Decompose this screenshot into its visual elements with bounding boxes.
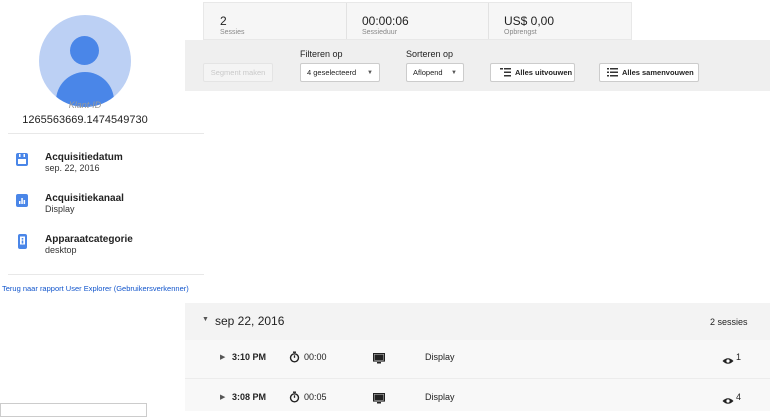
session-channel: Display <box>425 392 455 402</box>
eye-icon <box>722 352 734 370</box>
stopwatch-icon <box>289 390 300 408</box>
chevron-right-icon[interactable]: ▶ <box>220 393 225 401</box>
collapse-all-label: Alles samenvouwen <box>622 68 694 77</box>
filter-dropdown-value: 4 geselecteerd <box>307 68 357 77</box>
filter-label: Filteren op <box>300 49 343 59</box>
session-time: 3:08 PM <box>232 392 267 402</box>
stat-duration-label: Sessieduur <box>362 29 398 36</box>
acquisition-channel-title: Acquisitiekanaal <box>45 193 124 204</box>
expand-all-label: Alles uitvouwen <box>515 68 573 77</box>
divider <box>8 133 204 134</box>
bar-chart-icon <box>16 194 28 207</box>
chevron-down-icon: ▼ <box>451 69 457 76</box>
back-to-user-explorer-link[interactable]: Terug naar rapport User Explorer (Gebrui… <box>2 284 189 293</box>
avatar <box>39 15 131 107</box>
device-category-value: desktop <box>45 245 77 255</box>
date-group-date: sep 22, 2016 <box>215 314 285 328</box>
stat-duration: 00:00:06 Sessieduur <box>346 3 488 39</box>
stat-revenue-value: US$ 0,00 <box>504 14 555 28</box>
device-category-title: Apparaatcategorie <box>45 234 133 245</box>
expand-all-button[interactable]: Alles uitvouwen <box>490 63 575 82</box>
sort-dropdown-value: Aflopend <box>413 68 443 77</box>
stat-sessions: 2 Sessies <box>204 3 346 39</box>
stat-revenue-label: Opbrengst <box>504 29 537 36</box>
session-pageviews: 1 <box>736 352 742 362</box>
collapse-all-button[interactable]: Alles samenvouwen <box>599 63 699 82</box>
divider <box>8 274 204 275</box>
chevron-down-icon[interactable]: ▼ <box>202 316 209 323</box>
chevron-right-icon[interactable]: ▶ <box>220 353 225 361</box>
client-id-label: Klant-ID <box>68 100 102 110</box>
expand-all-icon <box>500 68 511 77</box>
session-stats-bar: 2 Sessies 00:00:06 Sessieduur US$ 0,00 O… <box>203 2 632 40</box>
chevron-down-icon: ▼ <box>367 69 373 76</box>
calendar-icon <box>16 153 28 166</box>
session-duration: 00:05 <box>304 392 327 402</box>
date-group-session-count: 2 sessies <box>710 317 748 327</box>
session-time: 3:10 PM <box>232 352 267 362</box>
session-duration: 00:00 <box>304 352 327 362</box>
session-row[interactable] <box>185 379 770 411</box>
sort-dropdown[interactable]: Aflopend ▼ <box>406 63 464 82</box>
stat-sessions-label: Sessies <box>220 29 245 36</box>
stat-sessions-value: 2 <box>220 14 227 28</box>
filter-dropdown[interactable]: 4 geselecteerd ▼ <box>300 63 380 82</box>
avatar-head <box>70 36 99 65</box>
desktop-icon <box>372 391 386 409</box>
stopwatch-icon <box>289 350 300 368</box>
collapse-all-icon <box>607 68 618 77</box>
acquisition-date-title: Acquisitiedatum <box>45 152 123 163</box>
acquisition-channel-value: Display <box>45 204 75 214</box>
session-channel: Display <box>425 352 455 362</box>
client-id-value: 1265563669.1474549730 <box>22 114 148 126</box>
desktop-icon <box>372 351 386 369</box>
sort-label: Sorteren op <box>406 49 454 59</box>
session-pageviews: 4 <box>736 392 742 402</box>
session-row[interactable] <box>185 340 770 378</box>
create-segment-button[interactable]: Segment maken <box>203 63 273 82</box>
eye-icon <box>722 392 734 410</box>
stat-duration-value: 00:00:06 <box>362 14 409 28</box>
stat-revenue: US$ 0,00 Opbrengst <box>488 3 630 39</box>
device-icon <box>18 234 27 249</box>
bottom-panel <box>0 403 147 417</box>
acquisition-date-value: sep. 22, 2016 <box>45 163 100 173</box>
